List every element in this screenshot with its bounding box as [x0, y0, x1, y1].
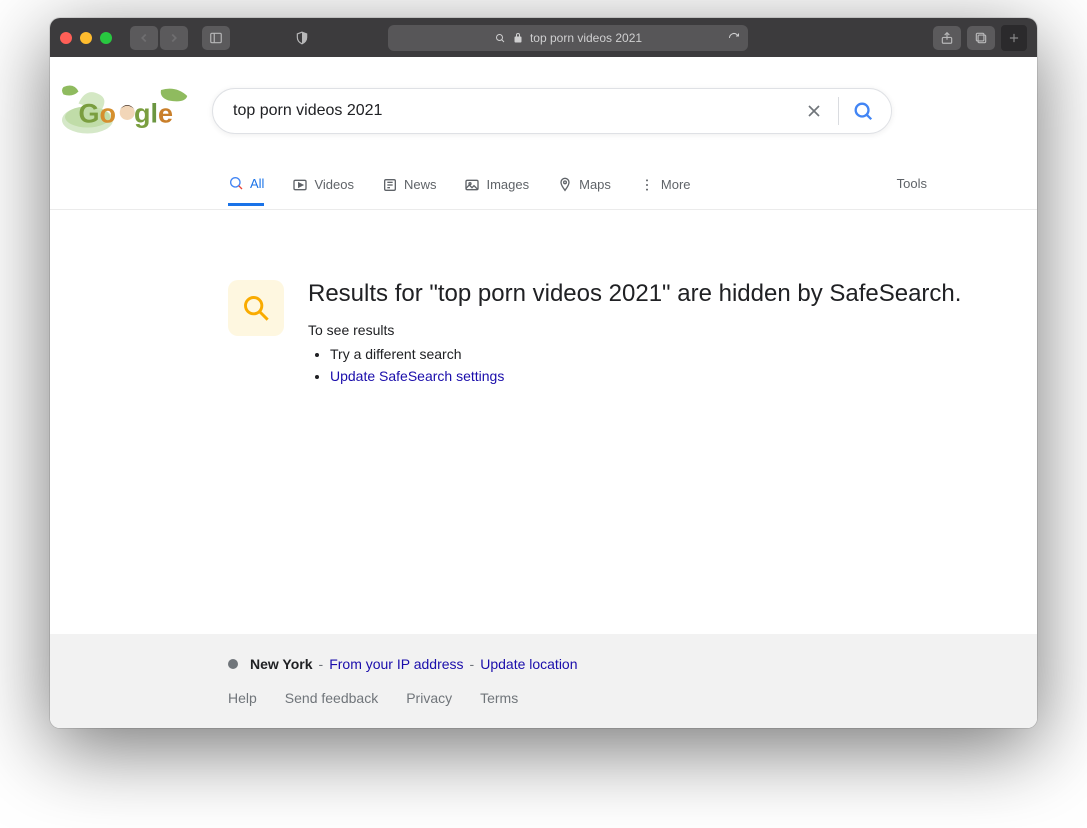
shield-button[interactable]: [288, 26, 316, 50]
clear-search-button[interactable]: [794, 101, 834, 121]
search-box: [212, 88, 892, 134]
tab-all-label: All: [250, 176, 264, 191]
update-safesearch-link[interactable]: Update SafeSearch settings: [330, 368, 504, 384]
terms-link[interactable]: Terms: [480, 690, 518, 706]
safesearch-heading: Results for "top porn videos 2021" are h…: [308, 280, 961, 308]
update-location-link[interactable]: Update location: [480, 656, 577, 672]
google-logo[interactable]: Go gle: [50, 75, 210, 146]
location-text: New York: [250, 656, 313, 672]
feedback-link[interactable]: Send feedback: [285, 690, 378, 706]
privacy-link[interactable]: Privacy: [406, 690, 452, 706]
window-controls: [60, 32, 112, 44]
suggestion-try-different: Try a different search: [330, 346, 961, 362]
close-window-button[interactable]: [60, 32, 72, 44]
location-dot-icon: [228, 659, 238, 669]
tab-all[interactable]: All: [228, 175, 264, 206]
help-link[interactable]: Help: [228, 690, 257, 706]
tab-more[interactable]: More: [639, 177, 691, 205]
address-bar[interactable]: top porn videos 2021: [388, 25, 748, 51]
search-input[interactable]: [213, 102, 794, 120]
footer: New York - From your IP address - Update…: [50, 634, 1037, 728]
svg-text:Go: Go: [79, 98, 117, 128]
tab-news[interactable]: News: [382, 177, 437, 205]
minimize-window-button[interactable]: [80, 32, 92, 44]
safesearch-notice: Results for "top porn videos 2021" are h…: [50, 210, 1037, 390]
browser-window: top porn videos 2021: [50, 18, 1037, 728]
tab-images-label: Images: [486, 177, 529, 192]
tab-maps[interactable]: Maps: [557, 177, 611, 205]
result-tabs: All Videos News Images Maps More: [50, 170, 1037, 210]
safesearch-sub: To see results: [308, 322, 961, 338]
tab-more-label: More: [661, 177, 691, 192]
forward-button[interactable]: [160, 26, 188, 50]
maximize-window-button[interactable]: [100, 32, 112, 44]
back-button[interactable]: [130, 26, 158, 50]
tools-label: Tools: [897, 176, 927, 191]
svg-text:gle: gle: [134, 98, 173, 128]
new-tab-button[interactable]: [1001, 25, 1027, 51]
reload-icon[interactable]: [728, 32, 740, 44]
tabs-button[interactable]: [967, 26, 995, 50]
share-button[interactable]: [933, 26, 961, 50]
tab-videos-label: Videos: [314, 177, 354, 192]
page-content: Go gle: [50, 57, 1037, 728]
divider: [838, 97, 839, 125]
address-text: top porn videos 2021: [530, 31, 642, 45]
tab-maps-label: Maps: [579, 177, 611, 192]
search-button[interactable]: [843, 100, 883, 122]
tools-button[interactable]: Tools: [897, 176, 927, 203]
search-icon: [494, 32, 506, 44]
sidebar-button[interactable]: [202, 26, 230, 50]
tab-news-label: News: [404, 177, 437, 192]
safari-toolbar: top porn videos 2021: [50, 18, 1037, 57]
tab-images[interactable]: Images: [464, 177, 529, 205]
tab-videos[interactable]: Videos: [292, 177, 354, 205]
search-header: Go gle: [50, 57, 1037, 146]
lock-icon: [512, 32, 524, 44]
from-ip-link[interactable]: From your IP address: [329, 656, 463, 672]
magnifier-icon: [228, 280, 284, 336]
